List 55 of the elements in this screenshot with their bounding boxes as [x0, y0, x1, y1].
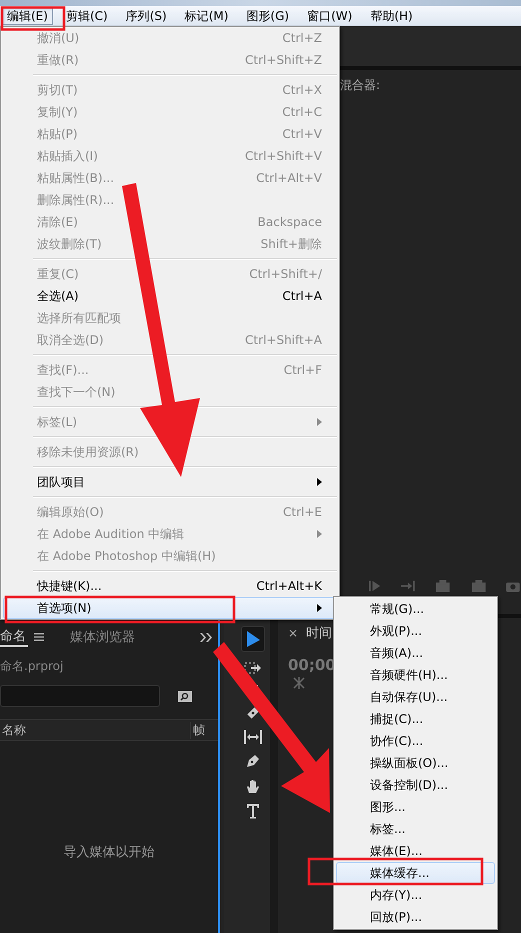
submenu-arrow-icon	[317, 418, 322, 426]
slip-icon	[243, 730, 263, 744]
overflow-icon[interactable]	[200, 632, 212, 642]
selection-tool[interactable]	[241, 626, 265, 652]
menu-bar-item[interactable]: 图形(G)	[241, 6, 294, 24]
menu-bar-item[interactable]: 帮助(H)	[365, 6, 418, 24]
search-field[interactable]	[0, 685, 160, 707]
pen-icon	[245, 753, 261, 769]
submenu-arrow-icon	[317, 530, 322, 538]
menu-item[interactable]: 团队项目	[3, 471, 337, 493]
menu-item[interactable]: 图形...	[336, 796, 495, 818]
menu-item[interactable]: 捕捉(C)...	[336, 708, 495, 730]
menu-item[interactable]: 全选(A) Ctrl+A	[3, 285, 337, 307]
menu-item[interactable]: 媒体(E)...	[336, 840, 495, 862]
search-icon[interactable]	[178, 690, 192, 702]
menu-item[interactable]: 外观(P)...	[336, 620, 495, 642]
track-select-tool[interactable]	[244, 661, 262, 675]
highlight-frame	[0, 6, 66, 31]
panel-tab[interactable]: 时间	[306, 624, 332, 642]
empty-message: 导入媒体以开始	[64, 844, 154, 862]
menu-item[interactable]: 常规(G)...	[336, 598, 495, 620]
menu-item[interactable]: 内存(Y)...	[336, 884, 495, 906]
menu-item[interactable]: 协作(C)...	[336, 730, 495, 752]
snap-icon[interactable]	[292, 676, 306, 690]
menu-bar-item[interactable]: 序列(S)	[120, 6, 172, 24]
slip-tool[interactable]	[243, 730, 263, 744]
dashed-arrow-icon	[244, 661, 262, 675]
submenu-arrow-icon	[317, 604, 322, 612]
menu-item[interactable]: 自动保存(U)...	[336, 686, 495, 708]
menu-bar-item[interactable]: 窗口(W)	[302, 6, 358, 24]
type-tool[interactable]	[246, 803, 260, 819]
menu-item[interactable]: 快捷键(K)... Ctrl+Alt+K	[3, 575, 337, 597]
menu-icon[interactable]	[34, 633, 44, 641]
menu-bar-item[interactable]: 标记(M)	[180, 6, 234, 24]
arrow-pointer-icon	[245, 630, 261, 648]
type-icon	[246, 803, 260, 819]
menu-item[interactable]: 回放(P)...	[336, 906, 495, 928]
hand-icon	[245, 778, 261, 794]
close-icon[interactable]: ×	[288, 626, 298, 640]
hand-tool[interactable]	[245, 778, 261, 794]
pen-tool[interactable]	[245, 753, 261, 769]
menu-item[interactable]: 媒体缓存...	[336, 862, 495, 884]
panel-title: 混合器:	[340, 77, 380, 94]
panel-tab[interactable]: 媒体浏览器	[70, 628, 137, 646]
menu-item[interactable]: 标签...	[336, 818, 495, 840]
submenu-arrow-icon	[317, 478, 322, 486]
menu-bar-item[interactable]: 剪辑(C)	[60, 6, 113, 24]
menu-item[interactable]: 音频(A)...	[336, 642, 495, 664]
panel-tab[interactable]: 命名	[0, 627, 28, 647]
menu-item[interactable]: 操纵面板(O)...	[336, 752, 495, 774]
menu-item[interactable]: 设备控制(D)...	[336, 774, 495, 796]
project-file-name: 命名.prproj	[0, 658, 64, 675]
column-header[interactable]: 帧	[191, 722, 205, 738]
column-header[interactable]: 名称	[0, 722, 191, 738]
menu-item[interactable]: 音频硬件(H)...	[336, 664, 495, 686]
